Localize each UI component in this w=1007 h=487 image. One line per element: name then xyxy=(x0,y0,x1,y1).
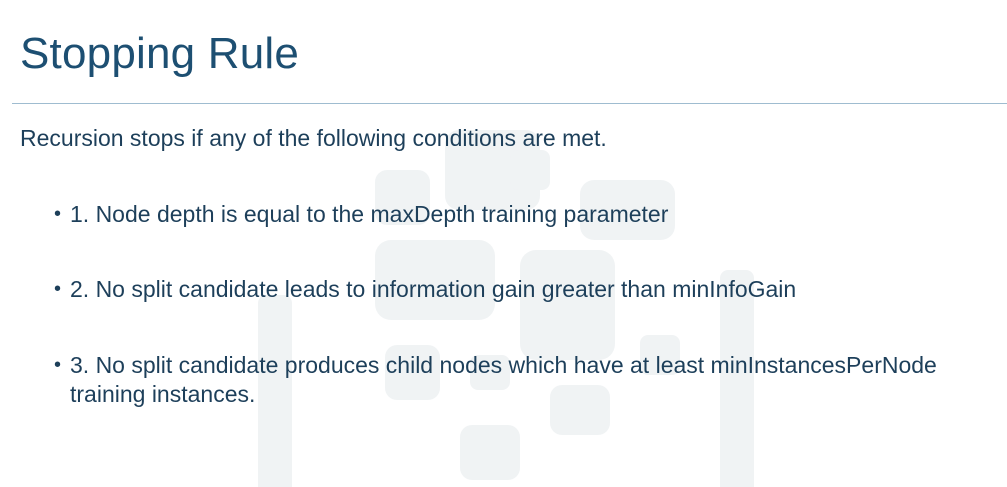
bullet-icon: • xyxy=(54,353,62,376)
condition-text: 2. No split candidate leads to informati… xyxy=(70,276,797,303)
conditions-list: • 1. Node depth is equal to the maxDepth… xyxy=(54,200,954,456)
list-item: • 3. No split candidate produces child n… xyxy=(54,351,954,410)
list-item: • 2. No split candidate leads to informa… xyxy=(54,275,954,304)
bullet-icon: • xyxy=(54,203,62,225)
intro-text: Recursion stops if any of the following … xyxy=(20,125,607,151)
condition-text: 3. No split candidate produces child nod… xyxy=(70,351,937,408)
slide-title: Stopping Rule xyxy=(20,29,300,78)
bullet-icon: • xyxy=(54,278,62,301)
list-item: • 1. Node depth is equal to the maxDepth… xyxy=(54,200,954,229)
title-divider xyxy=(12,103,1007,104)
slide: Stopping Rule Recursion stops if any of … xyxy=(0,0,1007,487)
condition-text: 1. Node depth is equal to the maxDepth t… xyxy=(70,201,669,227)
